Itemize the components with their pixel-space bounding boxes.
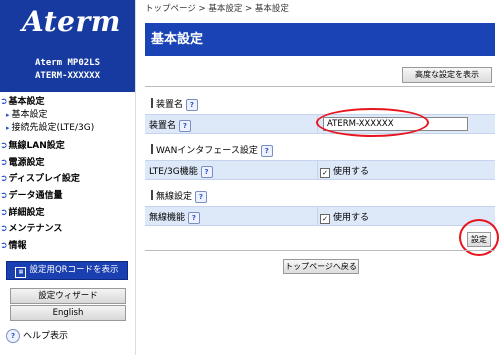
triangle-right-icon: ▸ [6,111,10,119]
model-name: Aterm MP02LS [34,58,101,68]
qr-code-icon: ▦ [15,267,27,278]
breadcrumb: トップページ > 基本設定 > 基本設定 [145,4,289,14]
sidebar: Aterm Aterm MP02LS ATERM-XXXXXX ➲基本設定 ▸ 基… [0,0,136,355]
question-mark-icon[interactable]: ? [187,211,200,224]
arrow-right-icon: ➲ [0,224,8,235]
aterm-logo: Aterm [22,5,121,38]
show-advanced-button[interactable]: 高度な設定を表示 [402,67,492,83]
english-button[interactable]: English [10,305,126,321]
row-label: 装置名 ? [149,118,191,132]
device-name: ATERM-XXXXXX [34,71,101,81]
logo-box: Aterm Aterm MP02LS ATERM-XXXXXX [0,0,135,92]
question-mark-icon[interactable]: ? [200,165,213,178]
nav-data-usage[interactable]: ➲データ通信量 [0,188,135,205]
qr-code-button[interactable]: ▦ 設定用QRコードを表示 [6,261,128,280]
question-mark-icon: ? [6,329,20,343]
nav-sub-connection[interactable]: ▸ 接続先設定(LTE/3G) [0,122,135,135]
arrow-right-icon: ➲ [0,141,8,151]
arrow-right-icon: ➲ [0,157,8,168]
section-title-wan: WANインタフェース設定 ? [151,143,273,157]
section-title-wireless: 無線設定 ? [151,189,207,203]
help-link[interactable]: ? ヘルプ表示 [6,329,68,343]
nav-info[interactable]: ➲情報 [0,238,135,255]
lte-checkbox[interactable]: ✓ 使用する [320,164,369,178]
nav-display[interactable]: ➲ディスプレイ設定 [0,171,135,188]
arrow-right-icon: ➲ [0,207,8,218]
row-label: LTE/3G機能 ? [149,164,213,178]
setup-wizard-button[interactable]: 設定ウィザード [10,288,126,304]
sidebar-nav: ➲基本設定 ▸ 基本設定 ▸ 接続先設定(LTE/3G) ➲無線LAN設定 ➲電源設… [0,95,135,255]
nav-power[interactable]: ➲電源設定 [0,155,135,172]
highlight-oval [316,108,429,137]
question-mark-icon[interactable]: ? [194,190,207,203]
page-title: 基本設定 [145,23,495,56]
wireless-row: 無線機能 ? ✓ 使用する [145,206,495,226]
question-mark-icon[interactable]: ? [260,144,273,157]
arrow-right-icon: ➲ [0,97,8,107]
wireless-checkbox[interactable]: ✓ 使用する [320,210,369,224]
triangle-right-icon: ▸ [6,124,10,132]
arrow-right-icon: ➲ [0,191,8,202]
nav-advanced[interactable]: ➲詳細設定 [0,205,135,222]
row-label: 無線機能 ? [149,210,200,224]
lte-row: LTE/3G機能 ? ✓ 使用する [145,160,495,180]
section-title-device-name: 装置名 ? [151,97,198,111]
question-mark-icon[interactable]: ? [185,98,198,111]
arrow-right-icon: ➲ [0,241,8,252]
back-to-top-button[interactable]: トップページへ戻る [283,259,359,274]
device-info: Aterm MP02LS ATERM-XXXXXX [0,57,135,83]
checkbox-icon[interactable]: ✓ [320,168,330,178]
divider [145,250,495,251]
nav-sub-basic[interactable]: ▸ 基本設定 [0,109,135,122]
divider [145,86,495,87]
checkbox-icon[interactable]: ✓ [320,214,330,224]
main-content: トップページ > 基本設定 > 基本設定 基本設定 高度な設定を表示 装置名 ?… [145,0,499,355]
nav-basic-settings[interactable]: ➲基本設定 [0,95,135,109]
nav-maintenance[interactable]: ➲メンテナンス [0,221,135,238]
nav-wireless-lan[interactable]: ➲無線LAN設定 [0,138,135,155]
arrow-right-icon: ➲ [0,174,8,185]
question-mark-icon[interactable]: ? [178,119,191,132]
